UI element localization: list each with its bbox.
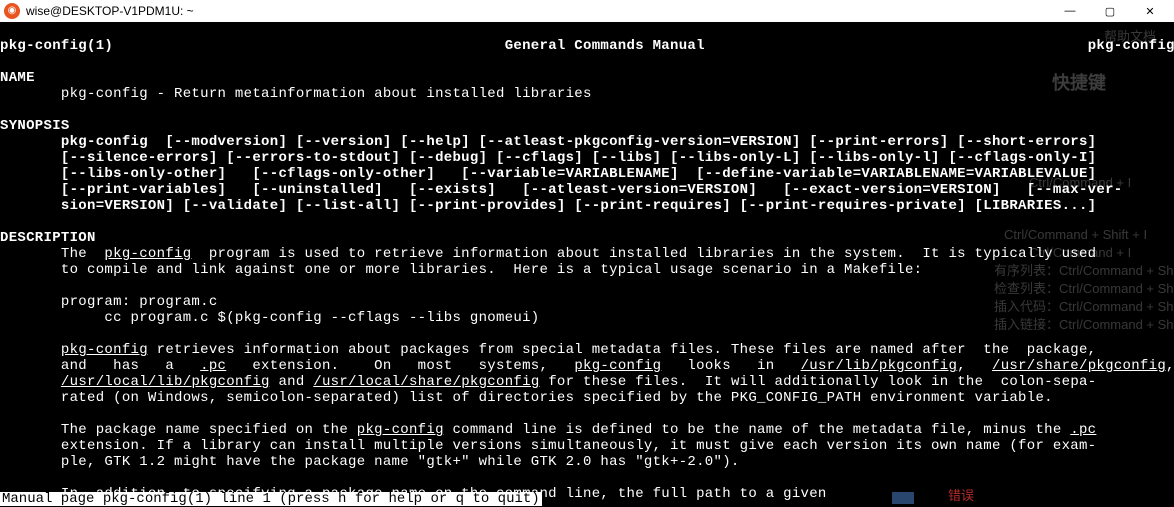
path-1: /usr/lib/pkgconfig: [801, 358, 958, 374]
desc-p2-e: looks in: [661, 358, 800, 374]
desc-p3-a: The package name specified on the: [0, 422, 357, 438]
section-synopsis-heading: SYNOPSIS: [0, 118, 70, 134]
path-3: /usr/local/lib/pkgconfig: [61, 374, 270, 390]
desc-p2-f: [0, 374, 61, 390]
and-word: and: [270, 374, 314, 390]
comma-1: ,: [957, 358, 992, 374]
pc-ext-underline-2: .pc: [1070, 422, 1096, 438]
window-controls: — ▢ ✕: [1050, 1, 1170, 21]
man-header-center: General Commands Manual: [505, 38, 705, 54]
path-4: /usr/local/share/pkgconfig: [313, 374, 539, 390]
close-button[interactable]: ✕: [1130, 1, 1170, 21]
man-header-right: pkg-config(1): [1088, 38, 1174, 54]
terminal-content[interactable]: pkg-config(1) General Commands Manual pk…: [0, 22, 1174, 506]
section-description-heading: DESCRIPTION: [0, 230, 96, 246]
man-status-line: Manual page pkg-config(1) line 1 (press …: [0, 492, 542, 506]
pc-ext-underline-1: .pc: [200, 358, 226, 374]
desc-p3-b: command line is defined to be the name o…: [444, 422, 1071, 438]
desc-p2-h: rated (on Windows, semicolon-separated) …: [0, 390, 1053, 406]
maximize-button[interactable]: ▢: [1090, 1, 1130, 21]
synopsis-line-5: sion=VERSION] [--validate] [--list-all] …: [0, 198, 1096, 214]
desc-p2-b: retrieves information about packages fro…: [148, 342, 1096, 358]
man-header-left: pkg-config(1): [0, 38, 113, 54]
name-body: pkg-config - Return metainformation abou…: [0, 86, 592, 102]
synopsis-line-2: [--silence-errors] [--errors-to-stdout] …: [0, 150, 1096, 166]
path-2: /usr/share/pkgconfig: [992, 358, 1166, 374]
desc-p3-c: extension. If a library can install mult…: [0, 438, 1096, 454]
desc-p2-c: and has a: [0, 358, 200, 374]
desc-p2-d: extension. On most systems,: [226, 358, 574, 374]
desc-p3-d: ple, GTK 1.2 might have the package name…: [0, 454, 740, 470]
window-title: wise@DESKTOP-V1PDM1U: ~: [26, 4, 1050, 18]
pkg-config-underline-3: pkg-config: [574, 358, 661, 374]
synopsis-line-1: pkg-config [--modversion] [--version] [-…: [0, 134, 1096, 150]
desc-program-2: cc program.c $(pkg-config --cflags --lib…: [0, 310, 539, 326]
desc-program-1: program: program.c: [0, 294, 218, 310]
section-name-heading: NAME: [0, 70, 35, 86]
desc-p1-b: program is used to retrieve information …: [191, 246, 1096, 262]
window-titlebar: ◉ wise@DESKTOP-V1PDM1U: ~ — ▢ ✕: [0, 0, 1174, 22]
pkg-config-underline-2: pkg-config: [61, 342, 148, 358]
desc-p1-a: The: [0, 246, 104, 262]
pkg-config-underline-1: pkg-config: [104, 246, 191, 262]
comma-2: ,: [1166, 358, 1174, 374]
pkg-config-underline-4: pkg-config: [357, 422, 444, 438]
synopsis-line-3: [--libs-only-other] [--cflags-only-other…: [0, 166, 1096, 182]
synopsis-line-4: [--print-variables] [--uninstalled] [--e…: [0, 182, 1122, 198]
desc-p2-a: [0, 342, 61, 358]
desc-p1-c: to compile and link against one or more …: [0, 262, 922, 278]
minimize-button[interactable]: —: [1050, 1, 1090, 21]
ubuntu-icon: ◉: [4, 3, 20, 19]
desc-p2-g: for these files. It will additionally lo…: [540, 374, 1097, 390]
